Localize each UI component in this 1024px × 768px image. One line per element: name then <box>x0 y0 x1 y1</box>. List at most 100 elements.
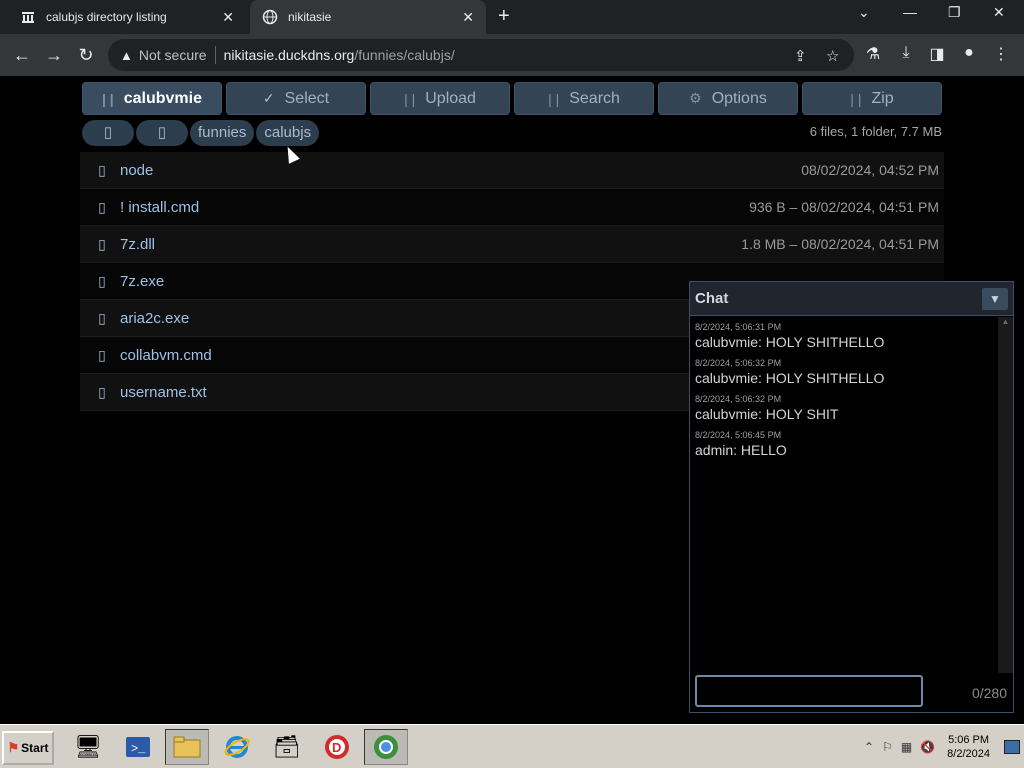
file-row-install-cmd[interactable]: ▯ ! install.cmd 936 B – 08/02/2024, 04:5… <box>80 189 944 226</box>
message-text: calubvmie: HOLY SHITHELLO <box>695 370 885 386</box>
archive-app-icon[interactable]: 🗃 <box>265 729 309 765</box>
svg-text:>_: >_ <box>131 742 146 756</box>
action-center-flag-icon[interactable]: ⚐ <box>882 740 893 754</box>
breadcrumb-home-icon[interactable]: ▯ <box>82 120 134 146</box>
file-icon: ▯ <box>98 383 106 400</box>
chrome-browser-icon[interactable] <box>364 729 408 765</box>
file-icon: ▯ <box>98 272 106 289</box>
back-button[interactable]: ← <box>10 43 34 67</box>
upload-button[interactable]: | | Upload <box>370 82 510 115</box>
forward-button[interactable]: → <box>42 43 66 67</box>
file-name[interactable]: 7z.dll <box>120 236 741 253</box>
tab-nikitasie[interactable]: nikitasie ✕ <box>250 0 486 34</box>
breadcrumb-root-icon[interactable]: ▯ <box>136 120 188 146</box>
system-clock[interactable]: 5:06 PM 8/2/2024 <box>947 733 990 761</box>
bookmark-star-icon[interactable]: ☆ <box>826 47 839 65</box>
restore-button[interactable]: ❐ <box>948 4 961 21</box>
message-text: calubvmie: HOLY SHIT <box>695 406 839 422</box>
file-meta: 08/02/2024, 04:52 PM <box>801 162 939 178</box>
select-button-label: Select <box>284 89 330 107</box>
zip-button[interactable]: | | Zip <box>802 82 942 115</box>
select-button[interactable]: ✓ Select <box>226 82 366 115</box>
chat-scrollbar[interactable]: ▲ <box>998 317 1013 673</box>
new-tab-button[interactable]: + <box>498 5 510 28</box>
zip-button-label: Zip <box>871 89 894 107</box>
volume-muted-icon[interactable]: 🔇 <box>920 740 935 754</box>
file-icon: ▯ <box>98 235 106 252</box>
warning-icon[interactable]: ▲ <box>120 48 133 63</box>
file-icon: ▯ <box>98 309 106 326</box>
breadcrumb-funnies[interactable]: funnies <box>190 120 255 146</box>
message-text: admin: HELLO <box>695 442 787 458</box>
labs-flask-icon[interactable]: ⚗ <box>862 44 884 64</box>
bank-icon <box>20 9 36 25</box>
user-button[interactable]: | | calubvmie <box>82 82 222 115</box>
chat-header: Chat ▼ <box>690 282 1013 316</box>
close-window-button[interactable]: ✕ <box>993 4 1005 21</box>
zip-icon: | | <box>850 90 862 107</box>
reload-button[interactable]: ↻ <box>74 43 98 67</box>
side-panel-icon[interactable]: ◨ <box>926 44 948 64</box>
message-timestamp: 8/2/2024, 5:06:32 PM <box>695 394 782 404</box>
search-button-label: Search <box>569 89 620 107</box>
close-tab-icon[interactable]: ✕ <box>222 9 234 26</box>
red-d-app-icon[interactable]: D <box>315 729 359 765</box>
chat-message: 8/2/2024, 5:06:31 PM calubvmie: HOLY SHI… <box>695 322 993 350</box>
address-divider <box>214 46 216 64</box>
message-timestamp: 8/2/2024, 5:06:32 PM <box>695 358 782 368</box>
close-tab-icon[interactable]: ✕ <box>462 9 474 26</box>
options-button[interactable]: ⚙ Options <box>658 82 798 115</box>
chat-messages: 8/2/2024, 5:06:31 PM calubvmie: HOLY SHI… <box>690 317 998 673</box>
menu-kebab-icon[interactable]: ⋮ <box>990 44 1012 64</box>
tab-directory-listing[interactable]: calubjs directory listing ✕ <box>8 0 246 34</box>
file-icon: ▯ <box>98 198 106 215</box>
browser-toolbar: ← → ↻ ▲ Not secure nikitasie.duckdns.org… <box>0 34 1024 76</box>
internet-explorer-icon[interactable] <box>215 729 259 765</box>
breadcrumb-calubjs[interactable]: calubjs <box>256 120 320 146</box>
upload-button-label: Upload <box>425 89 476 107</box>
tab-search-dropdown-icon[interactable]: ⌄ <box>858 4 870 21</box>
server-manager-icon[interactable]: 🖥 <box>66 729 110 765</box>
message-timestamp: 8/2/2024, 5:06:45 PM <box>695 430 782 440</box>
tab-title: nikitasie <box>288 10 332 24</box>
action-toolbar: | | calubvmie ✓ Select | | Upload | | Se… <box>82 82 942 115</box>
profile-icon[interactable]: ● <box>958 44 980 62</box>
show-desktop-icon[interactable] <box>1004 740 1020 754</box>
windows-logo-icon: ⚑ <box>7 740 20 755</box>
show-hidden-icons-icon[interactable]: ⌃ <box>864 740 874 754</box>
start-label: Start <box>21 741 49 755</box>
file-name[interactable]: node <box>120 162 801 179</box>
user-button-label: calubvmie <box>123 89 202 107</box>
options-button-label: Options <box>711 89 767 107</box>
search-button[interactable]: | | Search <box>514 82 654 115</box>
folder-icon: ▯ <box>98 161 106 178</box>
globe-icon <box>262 9 278 25</box>
breadcrumb: ▯ ▯ funnies calubjs <box>82 120 320 146</box>
file-meta: 1.8 MB – 08/02/2024, 04:51 PM <box>741 236 939 252</box>
file-icon: ▯ <box>98 346 106 363</box>
powershell-icon[interactable]: >_ <box>116 729 160 765</box>
chat-message: 8/2/2024, 5:06:32 PM calubvmie: HOLY SHI… <box>695 358 993 386</box>
clock-date: 8/2/2024 <box>947 748 990 760</box>
network-icon[interactable]: ▦ <box>901 740 912 754</box>
tab-title: calubjs directory listing <box>46 10 167 24</box>
chat-collapse-button[interactable]: ▼ <box>982 287 1008 310</box>
start-button[interactable]: ⚑ Start <box>2 731 54 765</box>
file-row-node[interactable]: ▯ node 08/02/2024, 04:52 PM <box>80 152 944 189</box>
message-text: calubvmie: HOLY SHITHELLO <box>695 334 885 350</box>
message-timestamp: 8/2/2024, 5:06:31 PM <box>695 322 782 332</box>
chat-panel: Chat ▼ 8/2/2024, 5:06:31 PM calubvmie: H… <box>689 281 1014 713</box>
file-row-7z-dll[interactable]: ▯ 7z.dll 1.8 MB – 08/02/2024, 04:51 PM <box>80 226 944 263</box>
address-bar[interactable]: ▲ Not secure nikitasie.duckdns.org/funni… <box>108 39 854 71</box>
url-host: nikitasie.duckdns.org <box>223 47 355 63</box>
chat-input[interactable] <box>695 675 923 707</box>
tab-strip: calubjs directory listing ✕ nikitasie ✕ … <box>0 0 1024 34</box>
file-name[interactable]: ! install.cmd <box>120 199 749 216</box>
security-status[interactable]: Not secure <box>139 47 207 63</box>
file-explorer-icon[interactable] <box>165 729 209 765</box>
scroll-up-icon[interactable]: ▲ <box>998 317 1013 326</box>
user-icon: | | <box>102 90 114 107</box>
minimize-button[interactable]: — <box>903 4 917 20</box>
download-icon[interactable]: ⤓ <box>895 44 917 62</box>
share-icon[interactable]: ⇪ <box>794 47 807 65</box>
